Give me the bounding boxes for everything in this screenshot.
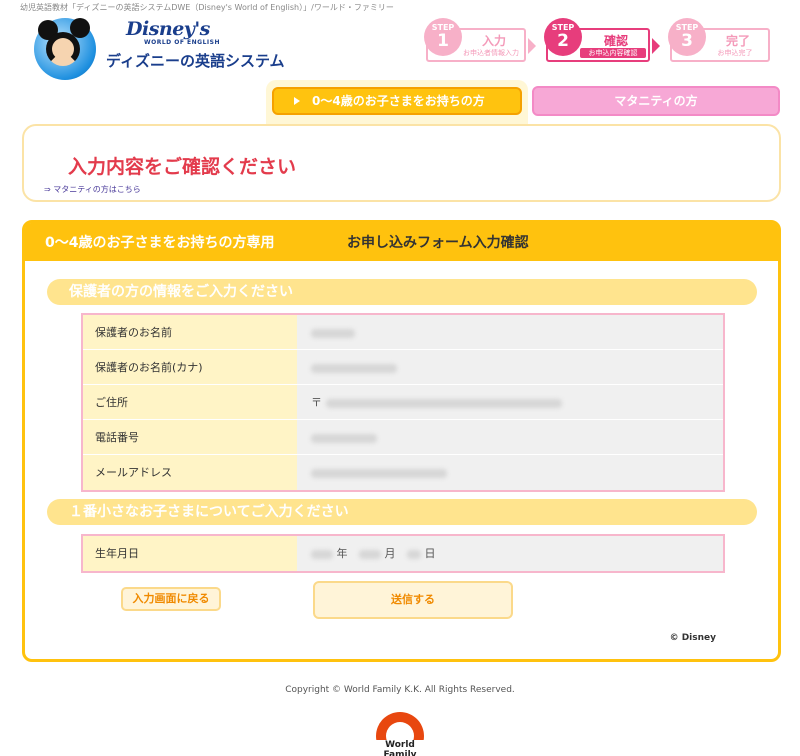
guardian-table: 保護者のお名前 保護者のお名前(カナ) ご住所 〒 電話番号 メールアドレス bbox=[81, 313, 725, 492]
back-button[interactable]: 入力画面に戻る bbox=[121, 587, 221, 611]
child-section-heading: １番小さなお子さまについてご入力ください bbox=[47, 499, 757, 525]
step-3: STEP 3 完了 お申込完了 bbox=[668, 18, 770, 62]
step-arrow-icon bbox=[528, 38, 536, 54]
month-label: 月 bbox=[384, 547, 396, 560]
logo-title: ディズニーの英語システム bbox=[106, 52, 285, 70]
redacted-value bbox=[311, 433, 377, 443]
form-header-title: お申し込みフォーム入力確認 bbox=[347, 235, 529, 251]
step-name: 確認 bbox=[603, 34, 628, 48]
year-label: 年 bbox=[336, 547, 348, 560]
step-badge: STEP 1 bbox=[424, 18, 462, 56]
child-table: 生年月日 年 月 日 bbox=[81, 534, 725, 573]
maternity-link[interactable]: ⇒ マタニティの方はこちら bbox=[44, 184, 141, 195]
confirm-panel: 入力内容をご確認ください ⇒ マタニティの方はこちら bbox=[22, 124, 781, 202]
send-button[interactable]: 送信する bbox=[313, 581, 513, 619]
arrow-right-icon bbox=[294, 97, 300, 105]
redacted-value bbox=[325, 398, 562, 408]
guardian-name-value bbox=[297, 315, 723, 349]
redacted-value bbox=[359, 549, 381, 559]
form-header: 0～4歳のお子さまをお持ちの方専用 お申し込みフォーム入力確認 bbox=[25, 223, 778, 261]
redacted-value bbox=[311, 468, 447, 478]
email-value bbox=[297, 455, 723, 490]
page: 幼児英語教材「ディズニーの英語システムDWE（Disney's World of… bbox=[0, 0, 800, 756]
step-name: 入力 bbox=[481, 34, 506, 48]
step-indicator: STEP 1 入力 お申込者情報入力 STEP 2 確認 お申込内容確認 STE… bbox=[418, 14, 778, 68]
table-row: 電話番号 bbox=[83, 420, 723, 455]
top-note: 幼児英語教材「ディズニーの英語システムDWE（Disney's World of… bbox=[20, 3, 394, 12]
postal-mark: 〒 bbox=[311, 396, 322, 409]
table-row: 保護者のお名前 bbox=[83, 315, 723, 350]
form-header-label: 0～4歳のお子さまをお持ちの方専用 bbox=[45, 235, 275, 251]
redacted-value bbox=[311, 363, 397, 373]
address-value: 〒 bbox=[297, 385, 723, 419]
row-label: メールアドレス bbox=[83, 455, 297, 490]
row-label: 生年月日 bbox=[83, 536, 297, 571]
birthdate-value: 年 月 日 bbox=[297, 536, 723, 571]
form-panel: 0～4歳のお子さまをお持ちの方専用 お申し込みフォーム入力確認 保護者の方の情報… bbox=[22, 220, 781, 662]
logo-sub: WORLD OF ENGLISH bbox=[144, 39, 220, 46]
footer-copyright: Copyright © World Family K.K. All Rights… bbox=[285, 685, 515, 695]
disney-logo[interactable]: Disney's WORLD OF ENGLISH ディズニーの英語システム bbox=[34, 14, 294, 80]
row-label: ご住所 bbox=[83, 385, 297, 419]
step-name: 完了 bbox=[725, 34, 750, 48]
tab-children-label: 0～4歳のお子さまをお持ちの方 bbox=[312, 94, 485, 108]
step-badge: STEP 3 bbox=[668, 18, 706, 56]
step-number: 1 bbox=[437, 31, 449, 51]
logo-brand: Disney's bbox=[126, 18, 210, 40]
table-row: 保護者のお名前(カナ) bbox=[83, 350, 723, 385]
row-label: 電話番号 bbox=[83, 420, 297, 454]
table-row: 生年月日 年 月 日 bbox=[83, 536, 723, 571]
guardian-kana-value bbox=[297, 350, 723, 384]
step-badge: STEP 2 bbox=[544, 18, 582, 56]
step-number: 3 bbox=[681, 31, 693, 51]
step-1: STEP 1 入力 お申込者情報入力 bbox=[424, 18, 526, 62]
day-label: 日 bbox=[424, 547, 436, 560]
table-row: ご住所 〒 bbox=[83, 385, 723, 420]
table-row: メールアドレス bbox=[83, 455, 723, 490]
step-2: STEP 2 確認 お申込内容確認 bbox=[544, 18, 650, 62]
redacted-value bbox=[407, 549, 421, 559]
step-desc: お申込者情報入力 bbox=[463, 49, 519, 57]
guardian-section-heading: 保護者の方の情報をご入力ください bbox=[47, 279, 757, 305]
step-desc: お申込完了 bbox=[717, 49, 753, 57]
row-label: 保護者のお名前 bbox=[83, 315, 297, 349]
mickey-face-icon bbox=[46, 32, 80, 66]
disney-copyright: © Disney bbox=[669, 633, 716, 643]
tab-maternity[interactable]: マタニティの方 bbox=[532, 86, 780, 116]
tab-children[interactable]: 0～4歳のお子さまをお持ちの方 bbox=[272, 87, 522, 115]
redacted-value bbox=[311, 328, 355, 338]
world-family-logo-text: World Family bbox=[368, 740, 432, 756]
phone-value bbox=[297, 420, 723, 454]
row-label: 保護者のお名前(カナ) bbox=[83, 350, 297, 384]
redacted-value bbox=[311, 549, 333, 559]
step-number: 2 bbox=[557, 31, 569, 51]
page-title: 入力内容をご確認ください bbox=[68, 156, 297, 178]
step-arrow-icon bbox=[652, 38, 660, 54]
step-desc: お申込内容確認 bbox=[580, 48, 646, 58]
world-family-logo[interactable]: World Family bbox=[368, 710, 432, 756]
